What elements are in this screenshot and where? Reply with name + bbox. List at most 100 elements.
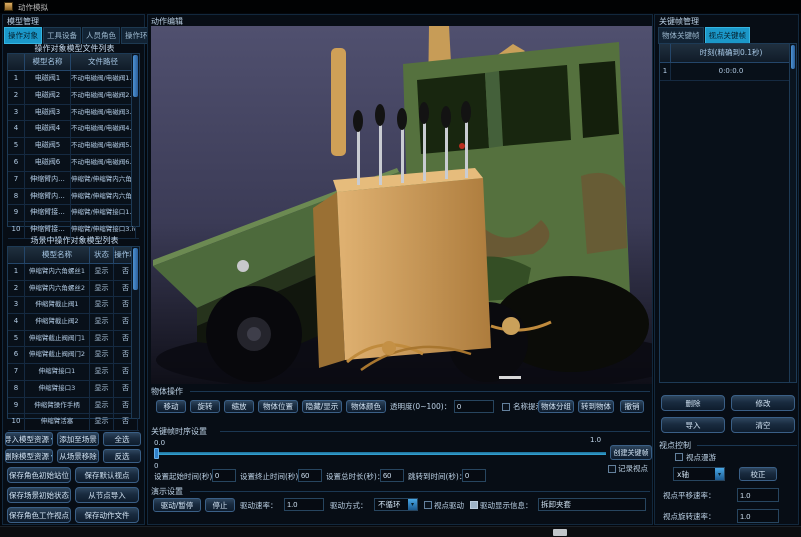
viewpoint-drive-checkbox[interactable] xyxy=(424,501,432,509)
drive-mode-select[interactable]: 不循环 ▾ xyxy=(374,498,418,511)
scene-table-caption: 场景中操作对象模型列表 xyxy=(3,235,146,246)
delete-model-button[interactable]: 删除模型资源▾ xyxy=(5,449,53,463)
scale-button[interactable]: 缩放 xyxy=(224,400,254,413)
table-row[interactable]: 7 伸缩臂内... 伸缩臂/伸缩臂内六角螺丝... xyxy=(8,172,139,189)
invert-select-button[interactable]: 反选 xyxy=(103,449,141,463)
table-row[interactable]: 8 伸缩臂接口3 显示 否 xyxy=(8,381,139,398)
import-model-button[interactable]: 导入模型资源▾ xyxy=(5,432,53,446)
start-time-label: 设置起始时间(秒)： xyxy=(154,472,220,482)
scrollbar-thumb[interactable] xyxy=(133,55,138,97)
table-row[interactable]: 10 伸缩臂活塞 显示 否 xyxy=(8,414,139,431)
slider-max-label: 1.0 xyxy=(590,435,601,445)
rot-rate-label: 视点旋转速率： xyxy=(663,512,716,522)
import-from-node-button[interactable]: 从节点导入 xyxy=(75,487,139,503)
keyframe-tabs: 物体关键帧 视点关键帧 xyxy=(658,27,750,44)
table-row[interactable]: 7 伸缩臂接口1 显示 否 xyxy=(8,364,139,381)
file-table: 模型名称 文件路径 1 电磁阀1 不动电磁阀/电磁阀1.ive 2 电磁阀2 不… xyxy=(7,53,140,227)
timeline-slider-track[interactable] xyxy=(154,452,606,455)
table-row[interactable]: 5 电磁阀5 不动电磁阀/电磁阀5.ive xyxy=(8,138,139,155)
slider-min-label: 0.0 xyxy=(154,438,165,448)
table-row[interactable]: 1 伸缩臂内六角螺丝1 显示 否 xyxy=(8,264,139,281)
save-default-view-button[interactable]: 保存默认视点 xyxy=(75,467,139,483)
dropdown-arrow-icon: ▾ xyxy=(408,499,417,510)
viewport-3d[interactable] xyxy=(151,26,652,384)
opacity-label: 透明度(0~100)： xyxy=(390,402,451,412)
pan-rate-input[interactable] xyxy=(737,488,779,502)
save-scene-init-state-button[interactable]: 保存场景初始状态 xyxy=(7,487,71,503)
save-role-work-view-button[interactable]: 保存角色工作视点 xyxy=(7,507,71,523)
name-hint-checkbox[interactable] xyxy=(502,403,510,411)
tab-object-keyframe[interactable]: 物体关键帧 xyxy=(658,27,704,44)
scene-table-scrollbar[interactable] xyxy=(131,247,139,418)
object-position-button[interactable]: 物体位置 xyxy=(258,400,298,413)
import-keyframe-button[interactable]: 导入 xyxy=(661,417,725,433)
drive-rate-input[interactable] xyxy=(284,498,324,511)
drive-info-input[interactable] xyxy=(538,498,646,511)
select-all-button[interactable]: 全选 xyxy=(103,432,141,446)
table-row[interactable]: 3 伸缩臂截止阀1 显示 否 xyxy=(8,297,139,314)
taskbar-icon[interactable] xyxy=(553,529,567,536)
opacity-input[interactable] xyxy=(454,400,494,413)
col-time: 时刻(精确到0.1秒) xyxy=(671,44,792,62)
save-role-init-pos-button[interactable]: 保存角色初始站位 xyxy=(7,467,71,483)
rotate-button[interactable]: 旋转 xyxy=(190,400,220,413)
table-row[interactable]: 4 电磁阀4 不动电磁阀/电磁阀4.ive xyxy=(8,121,139,138)
goto-object-button[interactable]: 转到物体 xyxy=(578,400,614,413)
end-time-input[interactable] xyxy=(298,469,322,482)
table-row[interactable]: 2 伸缩臂内六角螺丝2 显示 否 xyxy=(8,281,139,298)
app-icon xyxy=(4,2,13,11)
rot-rate-input[interactable] xyxy=(737,509,779,523)
clear-keyframe-button[interactable]: 清空 xyxy=(731,417,795,433)
correct-button[interactable]: 校正 xyxy=(739,467,777,481)
file-table-scrollbar[interactable] xyxy=(131,54,139,226)
object-group-button[interactable]: 物体分组 xyxy=(538,400,574,413)
table-row[interactable]: 3 电磁阀3 不动电磁阀/电磁阀3.ive xyxy=(8,105,139,122)
delete-keyframe-button[interactable]: 删除 xyxy=(661,395,725,411)
tab-operation-object[interactable]: 操作对象 xyxy=(4,27,42,44)
viewpoint-roam-checkbox[interactable] xyxy=(675,453,683,461)
title-bar: 动作模拟 xyxy=(0,0,801,13)
save-action-file-button[interactable]: 保存动作文件 xyxy=(75,507,139,523)
drive-pause-button[interactable]: 驱动/暂停 xyxy=(153,498,201,512)
scrollbar-thumb[interactable] xyxy=(791,45,795,69)
right-panel-title: 关键帧管理 xyxy=(659,17,699,27)
table-row[interactable]: 1 0:0:0.0 xyxy=(660,63,796,81)
table-row[interactable]: 6 电磁阀6 不动电磁阀/电磁阀6.ive xyxy=(8,155,139,172)
slider-value-label: 0 xyxy=(154,461,158,471)
record-viewpoint-checkbox[interactable] xyxy=(608,465,616,473)
table-row[interactable]: 2 电磁阀2 不动电磁阀/电磁阀2.ive xyxy=(8,88,139,105)
jump-time-input[interactable] xyxy=(462,469,486,482)
keyframe-table-scrollbar[interactable] xyxy=(789,44,796,382)
table-row[interactable]: 1 电磁阀1 不动电磁阀/电磁阀1.ive xyxy=(8,71,139,88)
tab-viewpoint-keyframe[interactable]: 视点关键帧 xyxy=(705,27,751,44)
table-row[interactable]: 9 伸缩臂操作手柄 显示 否 xyxy=(8,398,139,415)
col-corner xyxy=(660,44,671,62)
table-row[interactable]: 5 伸缩臂截止阀阀门1 显示 否 xyxy=(8,331,139,348)
start-time-input[interactable] xyxy=(212,469,236,482)
total-duration-input[interactable] xyxy=(380,469,404,482)
slider-handle[interactable] xyxy=(154,448,159,459)
tab-tool-equipment[interactable]: 工具设备 xyxy=(43,27,81,44)
stop-button[interactable]: 停止 xyxy=(205,498,235,512)
model-management-panel: 模型管理 操作对象 工具设备 人员角色 操作环境 操作对象模型文件列表 模型名称… xyxy=(2,14,145,525)
axis-select[interactable]: x轴 ▾ xyxy=(673,467,725,481)
viewpoint-ctrl-title: 视点控制 xyxy=(659,441,691,451)
scrollbar-thumb[interactable] xyxy=(133,248,138,290)
table-row[interactable]: 4 伸缩臂截止阀2 显示 否 xyxy=(8,314,139,331)
table-row[interactable]: 9 伸缩臂接... 伸缩臂/伸缩臂接口1.ive xyxy=(8,205,139,222)
keyframe-table: 时刻(精确到0.1秒) 1 0:0:0.0 xyxy=(659,43,797,383)
table-row[interactable]: 8 伸缩臂内... 伸缩臂/伸缩臂内六角螺丝... xyxy=(8,189,139,206)
undo-button[interactable]: 撤销 xyxy=(620,400,644,413)
hide-show-button[interactable]: 隐藏/显示 xyxy=(302,400,342,413)
remove-from-scene-button[interactable]: 从场景移除 xyxy=(57,449,99,463)
move-button[interactable]: 移动 xyxy=(156,400,186,413)
create-keyframe-button[interactable]: 创建关键帧 xyxy=(610,445,652,460)
drive-info-checkbox[interactable] xyxy=(470,501,478,509)
modify-keyframe-button[interactable]: 修改 xyxy=(731,395,795,411)
table-row[interactable]: 6 伸缩臂截止阀阀门2 显示 否 xyxy=(8,347,139,364)
object-color-button[interactable]: 物体颜色 xyxy=(346,400,386,413)
col-model-name: 模型名称 xyxy=(25,54,71,70)
tab-personnel-role[interactable]: 人员角色 xyxy=(82,27,120,44)
app-window: 动作模拟 模型管理 操作对象 工具设备 人员角色 操作环境 操作对象模型文件列表… xyxy=(0,0,801,537)
add-to-scene-button[interactable]: 添加至场景 xyxy=(57,432,99,446)
